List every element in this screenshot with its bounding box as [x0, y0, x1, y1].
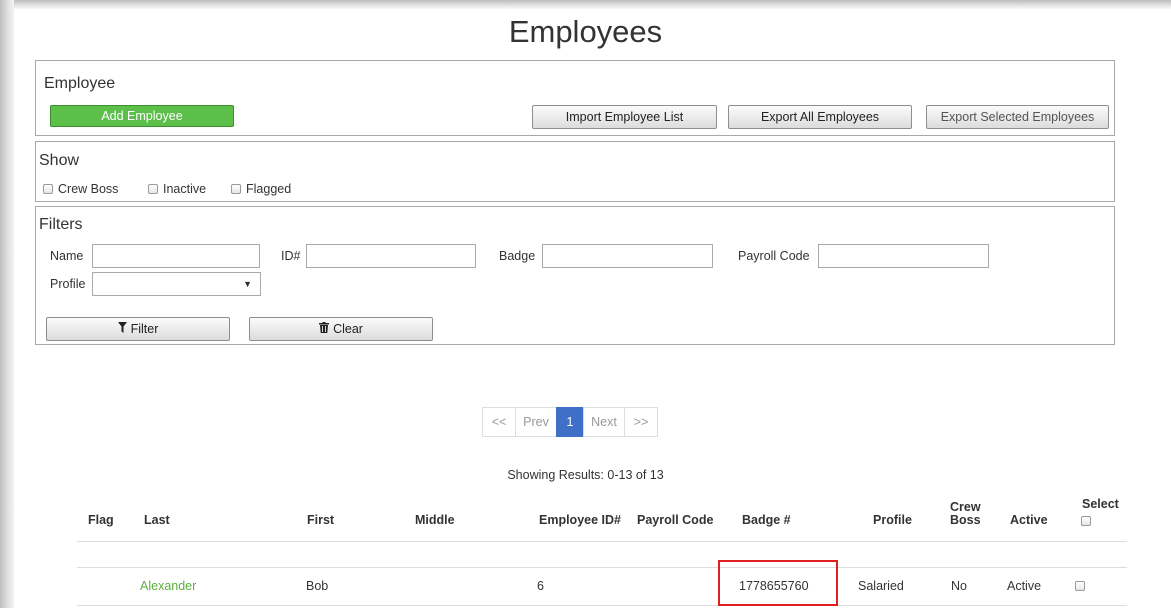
import-employee-list-button[interactable]: Import Employee List: [532, 105, 717, 129]
flagged-checkbox[interactable]: Flagged: [231, 182, 291, 196]
profile-filter-label: Profile: [50, 277, 86, 291]
checkbox-box[interactable]: [231, 184, 241, 194]
pagination-first[interactable]: <<: [482, 407, 516, 437]
name-filter-label: Name: [50, 249, 84, 263]
export-selected-employees-button[interactable]: Export Selected Employees: [926, 105, 1109, 129]
employee-panel: Employee Add Employee Import Employee Li…: [35, 60, 1115, 136]
employee-panel-title: Employee: [44, 75, 116, 92]
inactive-label: Inactive: [163, 182, 207, 196]
show-panel-title: Show: [39, 152, 80, 169]
cell-crew-boss: No: [951, 579, 967, 593]
export-all-employees-button[interactable]: Export All Employees: [728, 105, 912, 129]
cell-active: Active: [1007, 579, 1042, 593]
clear-button[interactable]: Clear: [249, 317, 433, 341]
col-header-select: Select: [1082, 497, 1119, 511]
payroll-code-filter-label: Payroll Code: [738, 249, 810, 263]
header-divider: [77, 541, 1127, 542]
cell-first: Bob: [306, 579, 329, 593]
window-frame-left: [0, 0, 14, 608]
col-header-crew-boss-line1: Crew: [950, 500, 981, 514]
filters-panel: Filters Name ID# Badge Payroll Code Prof…: [35, 206, 1115, 345]
row-select-checkbox[interactable]: [1075, 581, 1085, 591]
window-frame-top: [0, 0, 1171, 9]
row-divider: [77, 605, 1127, 606]
cell-badge: 1778655760: [739, 579, 809, 593]
cell-profile: Salaried: [858, 579, 904, 593]
col-header-middle: Middle: [415, 513, 455, 527]
badge-filter-input[interactable]: [542, 244, 713, 268]
col-header-crew-boss-line2: Boss: [950, 513, 981, 527]
id-filter-input[interactable]: [306, 244, 476, 268]
cell-last-link[interactable]: Alexander: [140, 579, 196, 593]
results-count: Showing Results: 0-13 of 13: [507, 468, 664, 482]
pagination-prev[interactable]: Prev: [515, 407, 557, 437]
pagination-page-1[interactable]: 1: [556, 407, 584, 437]
pagination-next[interactable]: Next: [583, 407, 625, 437]
col-header-profile: Profile: [873, 513, 912, 527]
page-title: Employees: [508, 14, 663, 49]
col-header-active: Active: [1010, 513, 1048, 527]
flagged-label: Flagged: [246, 182, 292, 196]
dropdown-arrow-icon: ▼: [243, 279, 252, 289]
badge-filter-label: Badge: [499, 249, 536, 263]
col-header-first: First: [307, 513, 335, 527]
profile-select[interactable]: ▼: [92, 272, 261, 296]
filters-panel-title: Filters: [39, 216, 83, 233]
filter-button-label: Filter: [130, 322, 159, 336]
filter-button[interactable]: Filter: [46, 317, 230, 341]
pagination-last[interactable]: >>: [624, 407, 658, 437]
row-divider: [77, 567, 1127, 568]
show-panel: Show Crew Boss Inactive Flagged: [35, 141, 1115, 202]
col-header-last: Last: [144, 513, 170, 527]
funnel-icon: [117, 322, 127, 336]
pagination: << Prev 1 Next >>: [482, 407, 658, 437]
clear-button-label: Clear: [333, 322, 363, 336]
id-filter-label: ID#: [281, 249, 301, 263]
cell-employee-id: 6: [537, 579, 544, 593]
col-header-flag: Flag: [88, 513, 114, 527]
col-header-payroll-code: Payroll Code: [637, 513, 714, 527]
add-employee-button[interactable]: Add Employee: [50, 105, 234, 127]
col-header-badge: Badge #: [742, 513, 791, 527]
crew-boss-label: Crew Boss: [58, 182, 119, 196]
select-all-checkbox[interactable]: [1081, 516, 1091, 526]
col-header-employee-id: Employee ID#: [539, 513, 621, 527]
checkbox-box[interactable]: [43, 184, 53, 194]
name-filter-input[interactable]: [92, 244, 260, 268]
checkbox-box[interactable]: [148, 184, 158, 194]
payroll-code-filter-input[interactable]: [818, 244, 989, 268]
crew-boss-checkbox[interactable]: Crew Boss: [43, 182, 118, 196]
trash-icon: [319, 322, 330, 336]
inactive-checkbox[interactable]: Inactive: [148, 182, 206, 196]
